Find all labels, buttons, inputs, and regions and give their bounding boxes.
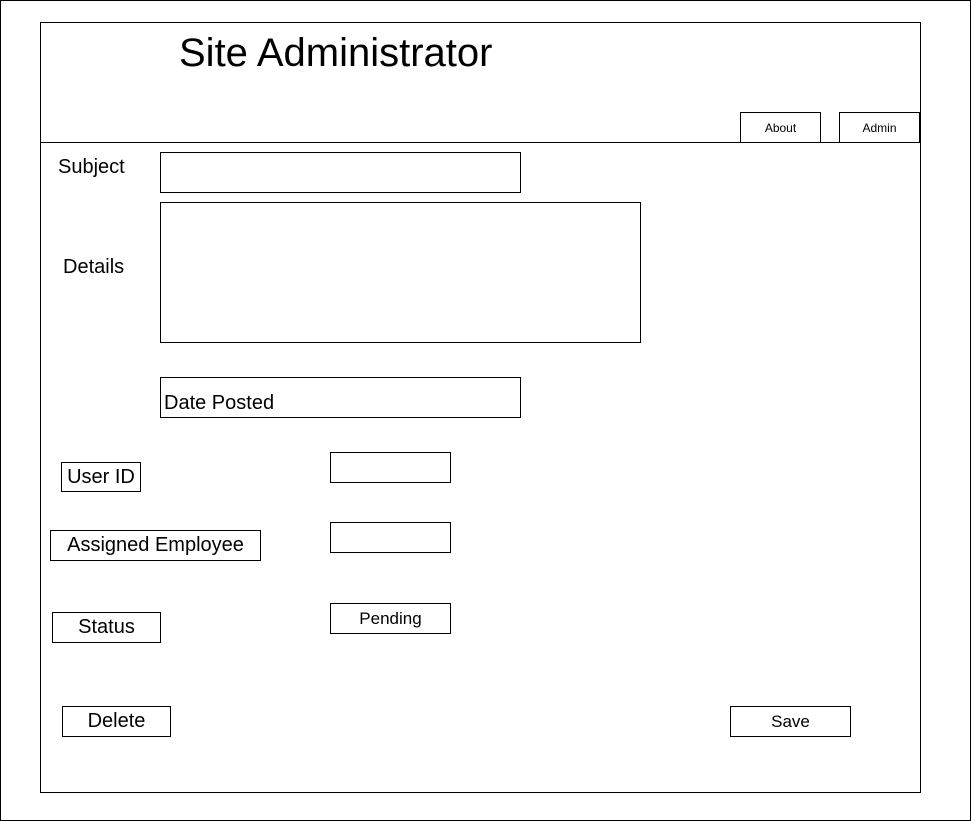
- save-button[interactable]: Save: [730, 706, 851, 737]
- date-posted-text: Date Posted: [164, 392, 275, 414]
- about-nav-button[interactable]: About: [740, 112, 821, 143]
- page-title: Site Administrator: [179, 31, 493, 75]
- subject-label: Subject: [58, 156, 125, 178]
- header-divider: [40, 142, 920, 143]
- delete-button[interactable]: Delete: [62, 706, 171, 737]
- status-field[interactable]: Pending: [330, 603, 451, 634]
- date-posted-field: Date Posted: [160, 377, 521, 418]
- details-textarea[interactable]: [160, 202, 641, 343]
- admin-nav-button[interactable]: Admin: [839, 112, 920, 143]
- assigned-employee-field[interactable]: [330, 522, 451, 553]
- subject-input[interactable]: [160, 152, 521, 193]
- user-id-field[interactable]: [330, 452, 451, 483]
- status-label: Status: [52, 612, 161, 643]
- details-label: Details: [63, 256, 125, 278]
- user-id-label: User ID: [61, 462, 141, 492]
- assigned-employee-label: Assigned Employee: [50, 530, 261, 561]
